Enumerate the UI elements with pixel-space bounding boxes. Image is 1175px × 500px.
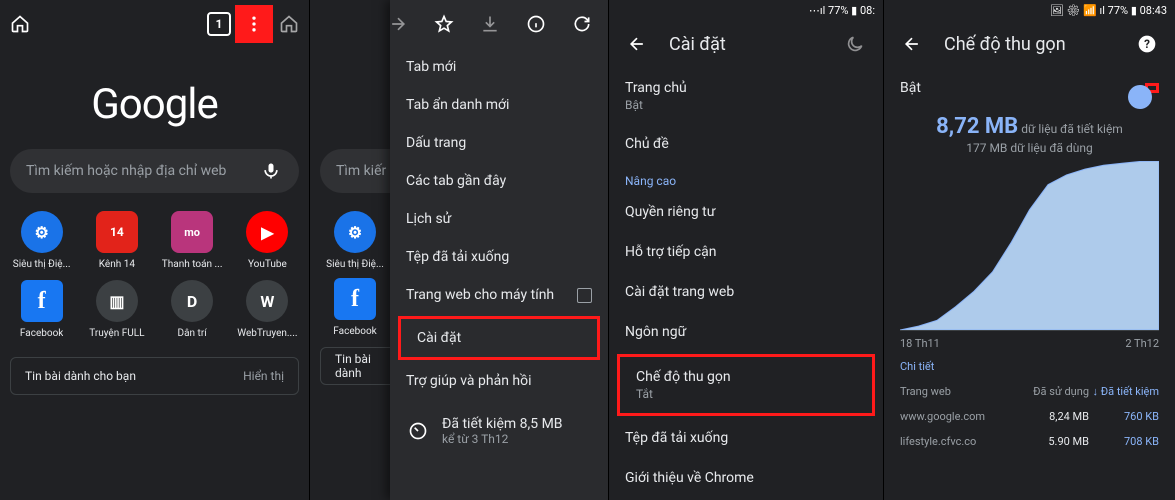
lite-header: Chế độ thu gọn ? (884, 20, 1175, 68)
menu-item[interactable]: Tệp đã tải xuống (390, 238, 608, 276)
stat-sub: 177 MB dữ liệu đã dùng (884, 141, 1175, 155)
kebab-icon (242, 12, 266, 36)
lite-mode-panel: 🖼 ⚙ 📶 ıl 77% ▮ 08:43 Chế độ thu gọn ? Bậ… (883, 0, 1175, 500)
feed-label: Tin bài dành cho bạn (25, 369, 136, 383)
x-start: 18 Th11 (900, 337, 940, 350)
topbar: 1 (0, 0, 309, 48)
shortcut-item[interactable]: ⚙Siêu thị Điệ... (6, 211, 77, 270)
shortcut-item[interactable]: WWebTruyen.... (232, 280, 303, 339)
settings-panel: ⋯ıl 77% ▮ 08: Cài đặt Trang chủBậtChủ đề… (608, 0, 883, 500)
feed-row[interactable]: Tin bài dành cho bạn Hiển thị (10, 357, 299, 395)
data-saved-sub: kể từ 3 Th12 (442, 432, 563, 446)
chrome-home-1: 1 Google Tìm kiếm hoặc nhập địa chỉ web … (0, 0, 310, 500)
gauge-icon (406, 419, 430, 443)
menu-button-highlight[interactable] (235, 5, 273, 43)
shortcut-item[interactable]: 14Kênh 14 (81, 211, 152, 270)
toggle-label: Bật (900, 80, 921, 96)
menu-item[interactable]: Trợ giúp và phản hồi (390, 362, 608, 400)
search-bar[interactable]: Tìm kiếm hoặc nhập địa chỉ web (10, 149, 299, 193)
info-icon[interactable] (526, 12, 546, 36)
shortcut-item[interactable]: moThanh toán ... (157, 211, 228, 270)
shortcut-grid-2: fFacebook▥Truyện FULLDDân tríWWebTruyen.… (0, 278, 309, 347)
mic-icon[interactable] (259, 159, 283, 183)
home-outline-icon (277, 12, 301, 36)
overflow-menu: Tab mớiTab ẩn danh mớiDấu trangCác tab g… (390, 0, 608, 500)
help-icon[interactable]: ? (1135, 32, 1159, 56)
shortcut-item[interactable]: DDân trí (157, 280, 228, 339)
settings-title: Cài đặt (669, 34, 726, 55)
checkbox-icon[interactable] (577, 288, 592, 303)
forward-icon[interactable] (388, 12, 408, 36)
settings-item[interactable]: Trang chủBật (609, 68, 883, 124)
lite-mode-highlight: Chế độ thu gọnTắt (617, 354, 875, 416)
back-icon[interactable] (625, 32, 649, 56)
shortcut-grid: ⚙Siêu thị Điệ...14Kênh 14moThanh toán ..… (0, 193, 309, 278)
toggle-highlight (1145, 83, 1159, 93)
status-bar: 🖼 ⚙ 📶 ıl 77% ▮ 08:43 (884, 0, 1175, 20)
menu-item[interactable]: Cài đặt (401, 319, 597, 357)
settings-item[interactable]: Chủ đề (609, 124, 883, 164)
svg-text:?: ? (1144, 37, 1150, 51)
star-icon[interactable] (434, 12, 454, 36)
detail-heading: Chi tiết (884, 350, 1175, 379)
chrome-home-menu: G Tìm kiếr ⚙Siêu thị Điệ... fFacebook Ti… (310, 0, 608, 500)
home-icon[interactable] (8, 12, 32, 36)
moon-icon (843, 32, 867, 56)
stat-value: 8,72 MB (936, 114, 1018, 139)
table-head: Trang web Đã sử dụng ↓ Đã tiết kiệm (884, 379, 1175, 404)
settings-header: Cài đặt (609, 20, 883, 68)
settings-item[interactable]: Hỗ trợ tiếp cận (609, 232, 883, 272)
settings-item[interactable]: Quyền riêng tư (609, 192, 883, 232)
settings-item[interactable]: Tệp đã tải xuống (609, 418, 883, 458)
status-bar: ⋯ıl 77% ▮ 08: (609, 0, 883, 20)
savings-chart (900, 161, 1159, 331)
table-row[interactable]: lifestyle.cfvc.co5.90 MB708 KB (884, 429, 1175, 454)
th-site: Trang web (900, 385, 1017, 398)
th-used: Đã sử dụng (1017, 385, 1089, 398)
menu-item[interactable]: Tab ẩn danh mới (390, 86, 608, 124)
table-row[interactable]: www.google.com8,24 MB760 KB (884, 404, 1175, 429)
feed-action[interactable]: Hiển thị (243, 369, 284, 383)
data-saved-title: Đã tiết kiệm 8,5 MB (442, 416, 563, 432)
shortcut-item[interactable]: fFacebook (6, 280, 77, 339)
settings-item[interactable]: Chế độ thu gọnTắt (620, 357, 872, 413)
menu-item[interactable]: Dấu trang (390, 124, 608, 162)
menu-item[interactable]: Tab mới (390, 48, 608, 86)
tab-count[interactable]: 1 (207, 12, 231, 36)
settings-item[interactable]: Giới thiệu về Chrome (609, 458, 883, 498)
google-logo: Google (0, 80, 309, 129)
th-saved[interactable]: ↓ Đã tiết kiệm (1089, 385, 1159, 398)
settings-highlight: Cài đặt (398, 316, 600, 360)
menu-topbar (390, 0, 608, 48)
data-saved-row[interactable]: Đã tiết kiệm 8,5 MB kể từ 3 Th12 (390, 406, 608, 456)
back-icon[interactable] (900, 32, 924, 56)
settings-item[interactable]: Ngôn ngữ (609, 312, 883, 352)
menu-item[interactable]: Các tab gần đây (390, 162, 608, 200)
stat-suffix: dữ liệu đã tiết kiệm (1018, 122, 1123, 136)
menu-item[interactable]: Trang web cho máy tính (390, 276, 608, 314)
settings-item[interactable]: Cài đặt trang web (609, 272, 883, 312)
search-placeholder: Tìm kiếm hoặc nhập địa chỉ web (26, 163, 226, 179)
chart-x-labels: 18 Th11 2 Th12 (900, 337, 1159, 350)
shortcut-item[interactable]: ▥Truyện FULL (81, 280, 152, 339)
savings-stat: 8,72 MB dữ liệu đã tiết kiệm 177 MB dữ l… (884, 114, 1175, 155)
shortcut-item[interactable]: ▶YouTube (232, 211, 303, 270)
download-icon[interactable] (480, 12, 500, 36)
reload-icon[interactable] (572, 12, 592, 36)
x-end: 2 Th12 (1125, 337, 1159, 350)
app-partial2: fFacebook (322, 278, 388, 337)
menu-item[interactable]: Lịch sử (390, 200, 608, 238)
lite-title: Chế độ thu gọn (944, 34, 1066, 55)
toggle-row: Bật (884, 68, 1175, 108)
app-partial: ⚙Siêu thị Điệ... (322, 211, 388, 270)
section-advanced: Nâng cao (609, 164, 883, 192)
